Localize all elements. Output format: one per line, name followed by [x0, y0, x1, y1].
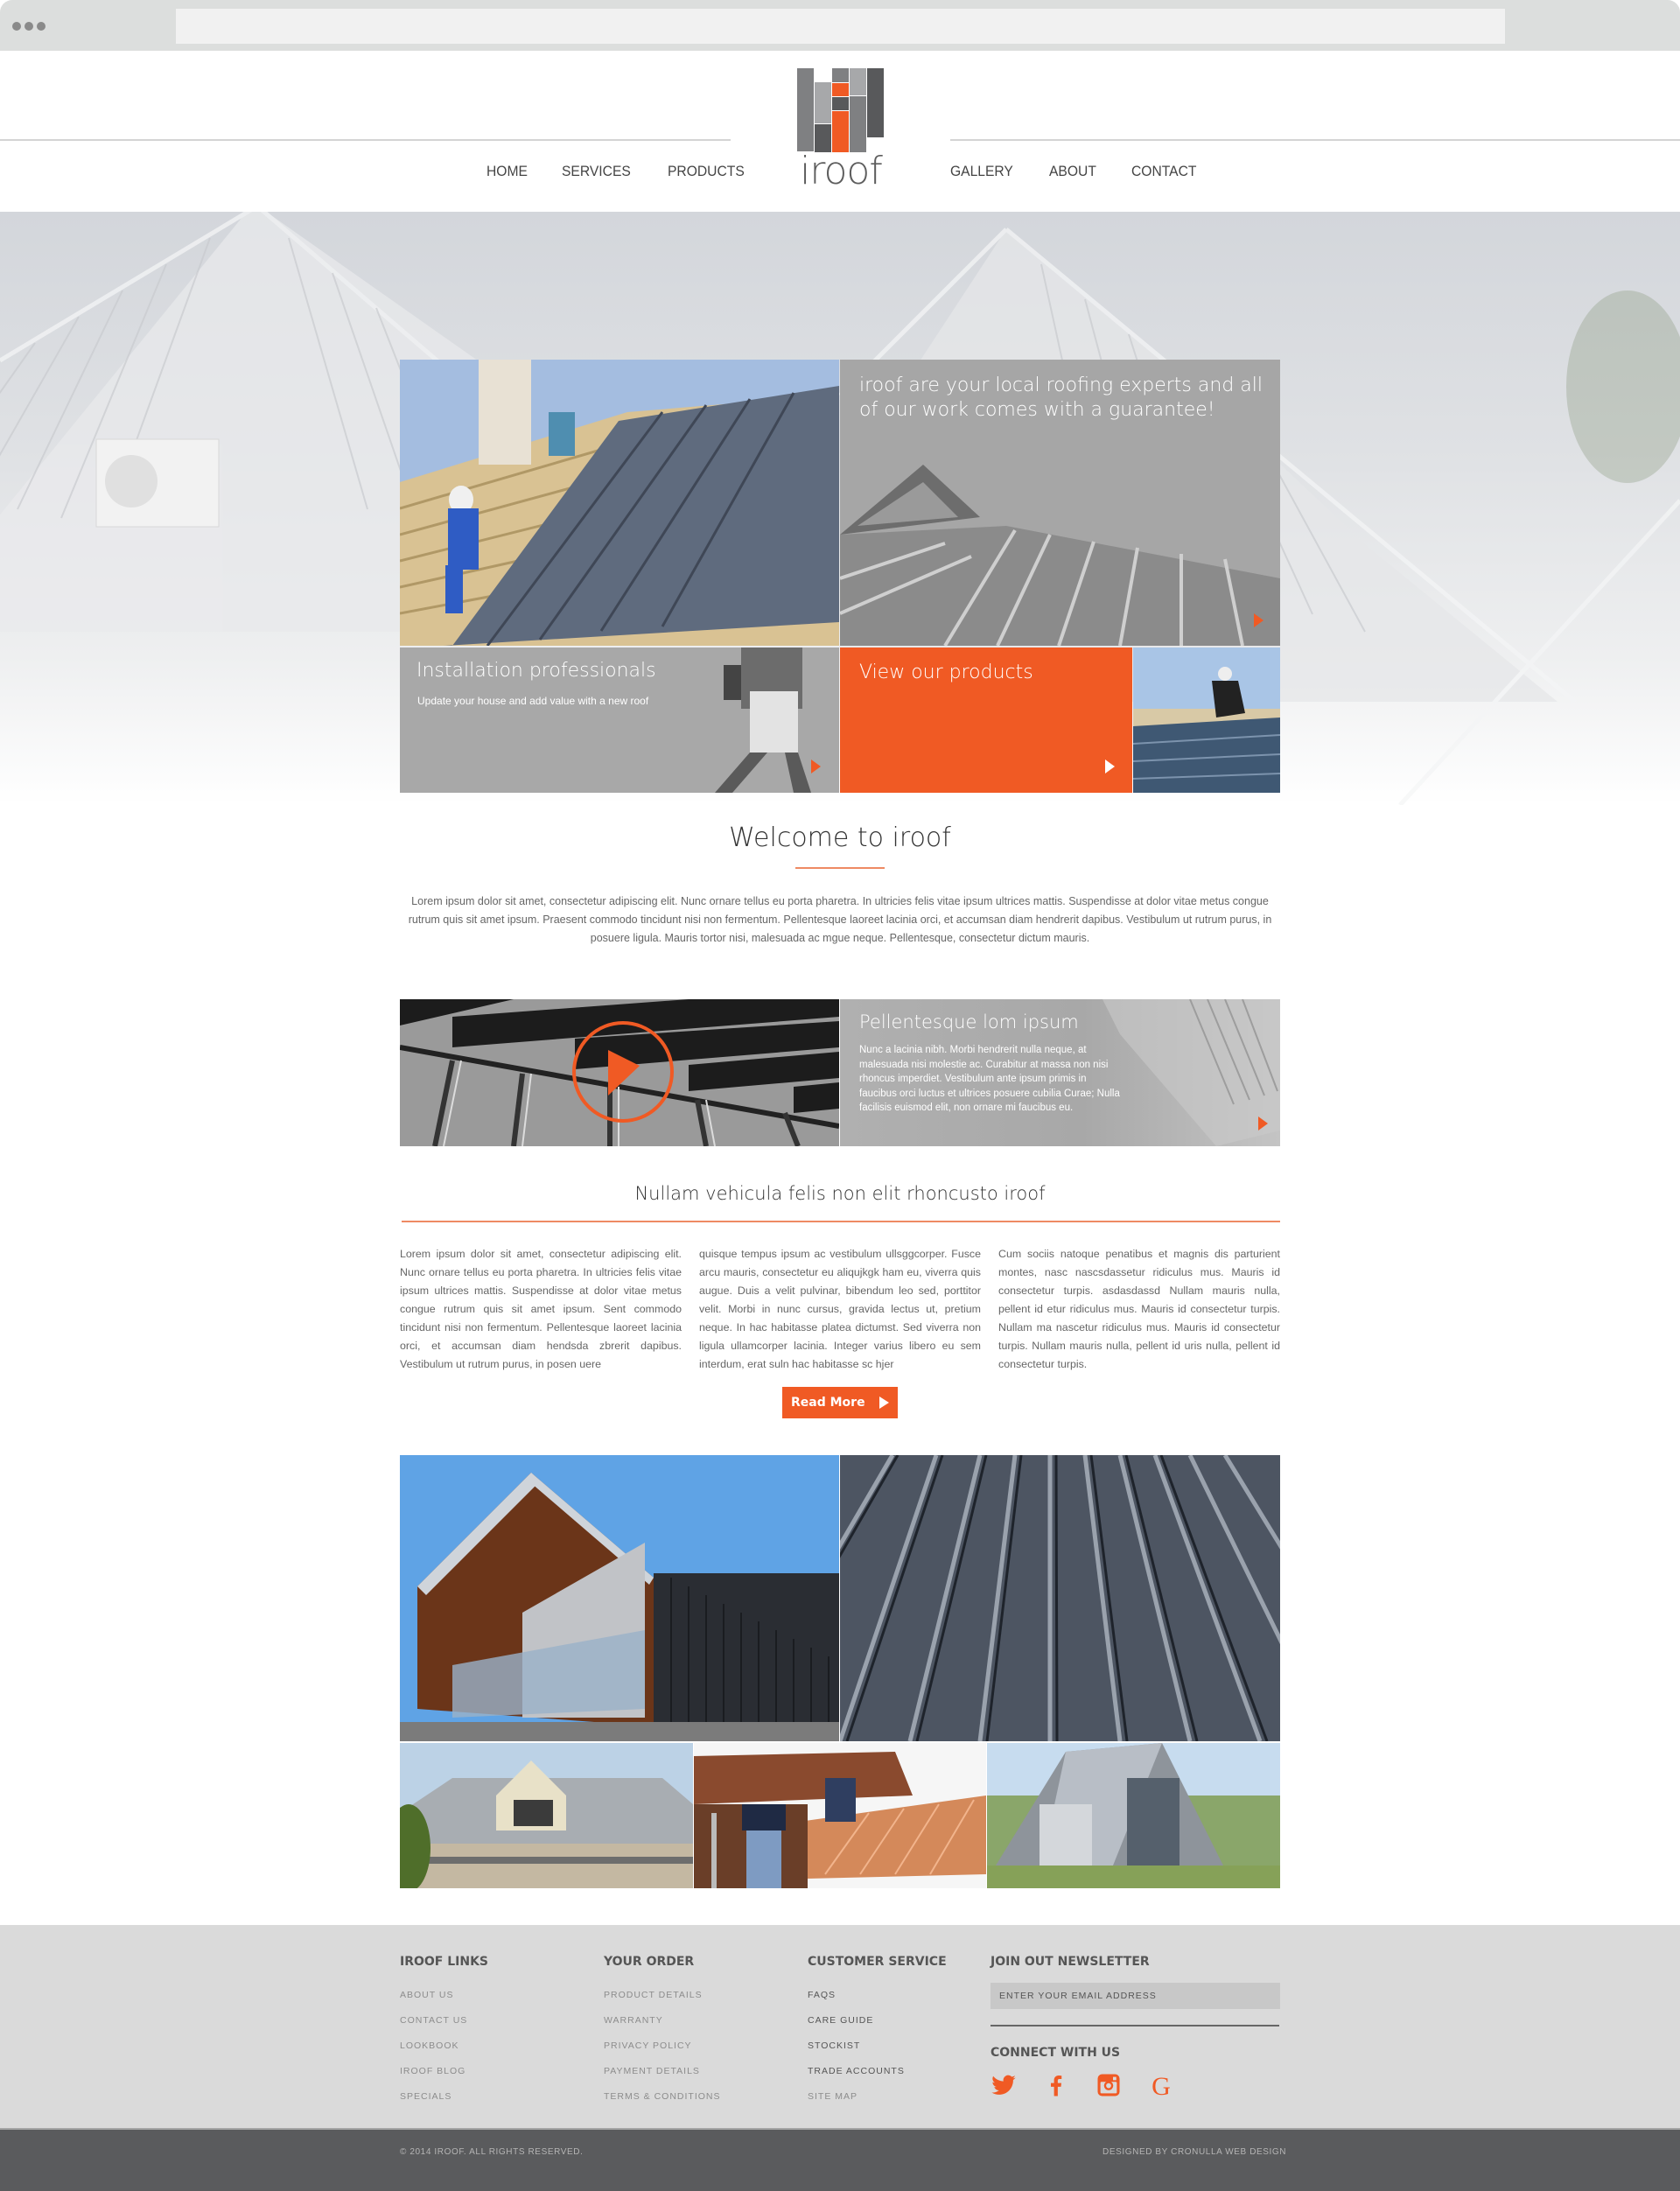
- main-nav-left: HOME SERVICES PRODUCTS: [486, 163, 781, 180]
- nav-products[interactable]: PRODUCTS: [668, 163, 745, 180]
- guarantee-text: iroof are your local roofing experts and…: [859, 374, 1263, 421]
- svg-text:G: G: [1152, 2072, 1171, 2098]
- nav-services[interactable]: SERVICES: [562, 163, 631, 180]
- read-more-button[interactable]: Read More: [782, 1387, 898, 1418]
- header-divider-right: [950, 139, 1680, 141]
- header-divider-left: [0, 139, 731, 141]
- text-column-1: Lorem ipsum dolor sit amet, consectetur …: [400, 1248, 682, 1370]
- footer-bottom-bar: © 2014 IROOF. ALL RIGHTS RESERVED. DESIG…: [0, 2128, 1680, 2191]
- play-circle-icon[interactable]: [566, 1015, 680, 1129]
- nav-gallery[interactable]: GALLERY: [950, 163, 1013, 180]
- footer-link-payment-details[interactable]: PAYMENT DETAILS: [604, 2064, 721, 2090]
- footer-link-contact-us[interactable]: CONTACT US: [400, 2013, 488, 2039]
- newsletter-email-input[interactable]: [990, 1983, 1280, 2009]
- footer-link-lookbook[interactable]: LOOKBOOK: [400, 2039, 488, 2064]
- footer-link-warranty[interactable]: WARRANTY: [604, 2013, 721, 2039]
- installation-title: Installation professionals: [416, 660, 656, 682]
- gallery: [400, 1455, 1280, 1888]
- logo-wordmark: iroof: [800, 149, 883, 193]
- twitter-icon[interactable]: [990, 2072, 1017, 2098]
- gallery-image-a-frame-house[interactable]: [987, 1743, 1280, 1888]
- text-column-3: Cum sociis natoque penatibus et magnis d…: [998, 1248, 1280, 1370]
- guarantee-tile[interactable]: iroof are your local roofing experts and…: [840, 360, 1280, 646]
- newsletter-heading: JOIN OUT NEWSLETTER: [990, 1955, 1150, 1969]
- view-products-tile[interactable]: View our products: [840, 648, 1132, 793]
- three-dots-icon[interactable]: [12, 22, 46, 31]
- footer-link-trade-accounts[interactable]: TRADE ACCOUNTS: [808, 2064, 947, 2090]
- installation-subtitle: Update your house and add value with a n…: [417, 695, 649, 707]
- footer-column-iroof-links: IROOF LINKS ABOUT US CONTACT US LOOKBOOK…: [400, 1955, 488, 2115]
- footer-link-product-details[interactable]: PRODUCT DETAILS: [604, 1988, 721, 2013]
- section-divider: [402, 1221, 1280, 1222]
- footer-column-your-order: YOUR ORDER PRODUCT DETAILS WARRANTY PRIV…: [604, 1955, 721, 2115]
- section-title: Nullam vehicula felis non elit rhoncusto…: [634, 1183, 1046, 1204]
- hero-tiles: iroof are your local roofing experts and…: [400, 360, 1280, 793]
- roof-worker-photo[interactable]: [400, 360, 839, 646]
- arrow-right-icon[interactable]: [1105, 760, 1115, 774]
- roofer-tiles-photo[interactable]: [1133, 648, 1280, 793]
- gallery-image-standing-seam-roof[interactable]: [840, 1455, 1280, 1741]
- newsletter-divider: [990, 2025, 1279, 2026]
- footer-link-stockist[interactable]: STOCKIST: [808, 2039, 947, 2064]
- footer-link-terms[interactable]: TERMS & CONDITIONS: [604, 2090, 721, 2115]
- products-title: View our products: [859, 662, 1033, 683]
- address-bar[interactable]: [176, 9, 1505, 44]
- video-text: Nunc a lacinia nibh. Morbi hendrerit nul…: [859, 1045, 1120, 1113]
- play-arrow-icon: [879, 1396, 889, 1409]
- footer-heading: IROOF LINKS: [400, 1955, 489, 1969]
- welcome-divider: [795, 867, 885, 869]
- footer-link-about-us[interactable]: ABOUT US: [400, 1988, 488, 2013]
- browser-chrome: [0, 0, 1680, 51]
- facebook-icon[interactable]: [1043, 2072, 1069, 2098]
- logo[interactable]: iroof: [794, 68, 887, 208]
- hero-section: iroof are your local roofing experts and…: [0, 212, 1680, 805]
- footer-heading: CUSTOMER SERVICE: [808, 1955, 947, 1969]
- footer-link-care-guide[interactable]: CARE GUIDE: [808, 2013, 947, 2039]
- instagram-icon[interactable]: [1096, 2072, 1122, 2098]
- video-title: Pellentesque lom ipsum: [859, 1012, 1079, 1032]
- gallery-image-copper-roof-workers[interactable]: [694, 1743, 986, 1888]
- footer-link-specials[interactable]: SPECIALS: [400, 2090, 488, 2115]
- welcome-title: Welcome to iroof: [729, 822, 951, 853]
- google-icon[interactable]: G: [1148, 2072, 1174, 2101]
- site-header: HOME SERVICES PRODUCTS iroof GALLERY ABO…: [0, 51, 1680, 212]
- welcome-text: Lorem ipsum dolor sit amet, consectetur …: [408, 895, 1272, 944]
- footer-column-customer-service: CUSTOMER SERVICE FAQS CARE GUIDE STOCKIS…: [808, 1955, 947, 2115]
- read-more-label: Read More: [791, 1396, 865, 1410]
- footer-heading: YOUR ORDER: [604, 1955, 695, 1969]
- video-thumbnail[interactable]: [400, 999, 839, 1146]
- text-columns: Lorem ipsum dolor sit amet, consectetur …: [400, 1245, 1280, 1374]
- arrow-right-icon[interactable]: [811, 760, 821, 774]
- designer-credit: DESIGNED BY CRONULLA WEB DESIGN: [1102, 2147, 1287, 2157]
- footer-link-faqs[interactable]: FAQS: [808, 1988, 947, 2013]
- arrow-right-icon[interactable]: [1258, 1116, 1268, 1130]
- video-info-panel: Pellentesque lom ipsum Nunc a lacinia ni…: [840, 999, 1280, 1146]
- gallery-image-modern-gable-house[interactable]: [400, 1455, 839, 1741]
- main-nav-right: GALLERY ABOUT CONTACT: [950, 163, 1233, 180]
- nav-contact[interactable]: CONTACT: [1131, 163, 1196, 180]
- gallery-image-house-dormer[interactable]: [400, 1743, 693, 1888]
- arrow-right-icon[interactable]: [1254, 613, 1264, 627]
- video-section: Pellentesque lom ipsum Nunc a lacinia ni…: [400, 999, 1280, 1146]
- copyright-text: © 2014 IROOF. ALL RIGHTS RESERVED.: [400, 2147, 584, 2157]
- logo-mark-icon: [797, 68, 885, 152]
- site-footer: IROOF LINKS ABOUT US CONTACT US LOOKBOOK…: [0, 1925, 1680, 2128]
- nav-about[interactable]: ABOUT: [1049, 163, 1096, 180]
- social-links: G: [990, 2072, 1280, 2101]
- footer-newsletter: JOIN OUT NEWSLETTER CONNECT WITH US G: [990, 1955, 1280, 2101]
- connect-heading: CONNECT WITH US: [990, 2046, 1121, 2060]
- footer-link-site-map[interactable]: SITE MAP: [808, 2090, 947, 2115]
- footer-link-privacy-policy[interactable]: PRIVACY POLICY: [604, 2039, 721, 2064]
- installation-tile[interactable]: Installation professionals Update your h…: [400, 648, 839, 793]
- nav-home[interactable]: HOME: [486, 163, 528, 180]
- footer-link-iroof-blog[interactable]: IROOF BLOG: [400, 2064, 488, 2090]
- text-column-2: quisque tempus ipsum ac vestibulum ullsg…: [699, 1248, 981, 1370]
